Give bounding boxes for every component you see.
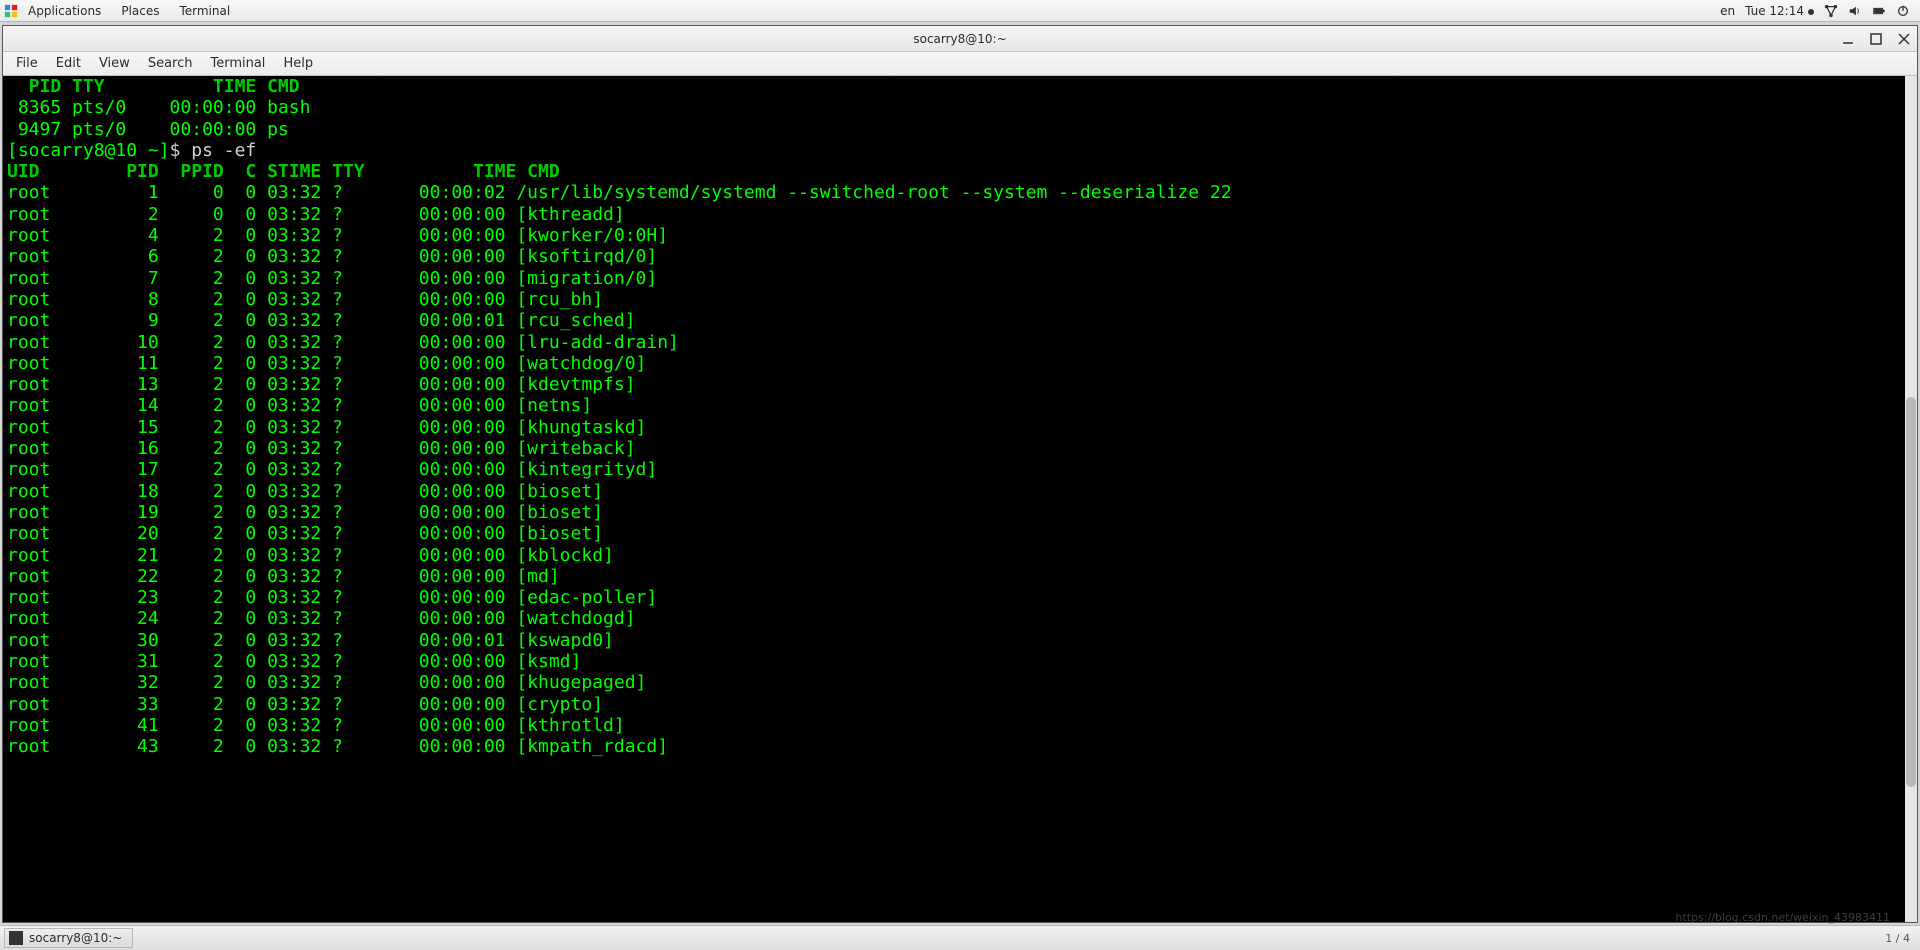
bottom-taskbar: socarry8@10:~ 1 / 4 xyxy=(0,925,1920,950)
taskbar-entry-terminal[interactable]: socarry8@10:~ xyxy=(4,928,133,948)
menu-help[interactable]: Help xyxy=(274,56,322,71)
watermark-text: https://blog.csdn.net/weixin_43983411 xyxy=(1675,911,1890,924)
clock[interactable]: Tue 12:14 xyxy=(1745,4,1814,18)
menu-search[interactable]: Search xyxy=(139,56,202,71)
battery-icon[interactable] xyxy=(1872,4,1886,18)
power-icon[interactable] xyxy=(1896,4,1910,18)
terminal-menubar: File Edit View Search Terminal Help xyxy=(3,52,1917,76)
keyboard-layout-indicator[interactable]: en xyxy=(1720,4,1735,18)
terminal-output[interactable]: PID TTY TIME CMD 8365 pts/0 00:00:00 bas… xyxy=(3,76,1905,922)
minimize-button[interactable] xyxy=(1839,30,1857,48)
close-button[interactable] xyxy=(1895,30,1913,48)
menu-view[interactable]: View xyxy=(90,56,139,71)
activities-icon[interactable] xyxy=(4,4,18,18)
volume-icon[interactable] xyxy=(1848,4,1862,18)
window-titlebar[interactable]: socarry8@10:~ xyxy=(3,26,1917,52)
network-icon[interactable] xyxy=(1824,4,1838,18)
terminal-icon xyxy=(9,931,23,945)
system-tray: en Tue 12:14 xyxy=(1720,4,1916,18)
taskbar-entry-label: socarry8@10:~ xyxy=(29,931,122,945)
menu-edit[interactable]: Edit xyxy=(47,56,90,71)
panel-applications[interactable]: Applications xyxy=(18,4,111,18)
scrollbar-thumb[interactable] xyxy=(1906,397,1916,786)
workspace-indicator[interactable]: 1 / 4 xyxy=(1885,932,1916,945)
terminal-window: socarry8@10:~ File Edit View Search Term… xyxy=(2,25,1918,923)
terminal-scrollbar[interactable] xyxy=(1905,76,1917,922)
window-title: socarry8@10:~ xyxy=(3,32,1917,46)
menu-file[interactable]: File xyxy=(7,56,47,71)
panel-places[interactable]: Places xyxy=(111,4,169,18)
gnome-top-panel: Applications Places Terminal en Tue 12:1… xyxy=(0,0,1920,22)
maximize-button[interactable] xyxy=(1867,30,1885,48)
panel-terminal[interactable]: Terminal xyxy=(169,4,240,18)
menu-terminal[interactable]: Terminal xyxy=(201,56,274,71)
